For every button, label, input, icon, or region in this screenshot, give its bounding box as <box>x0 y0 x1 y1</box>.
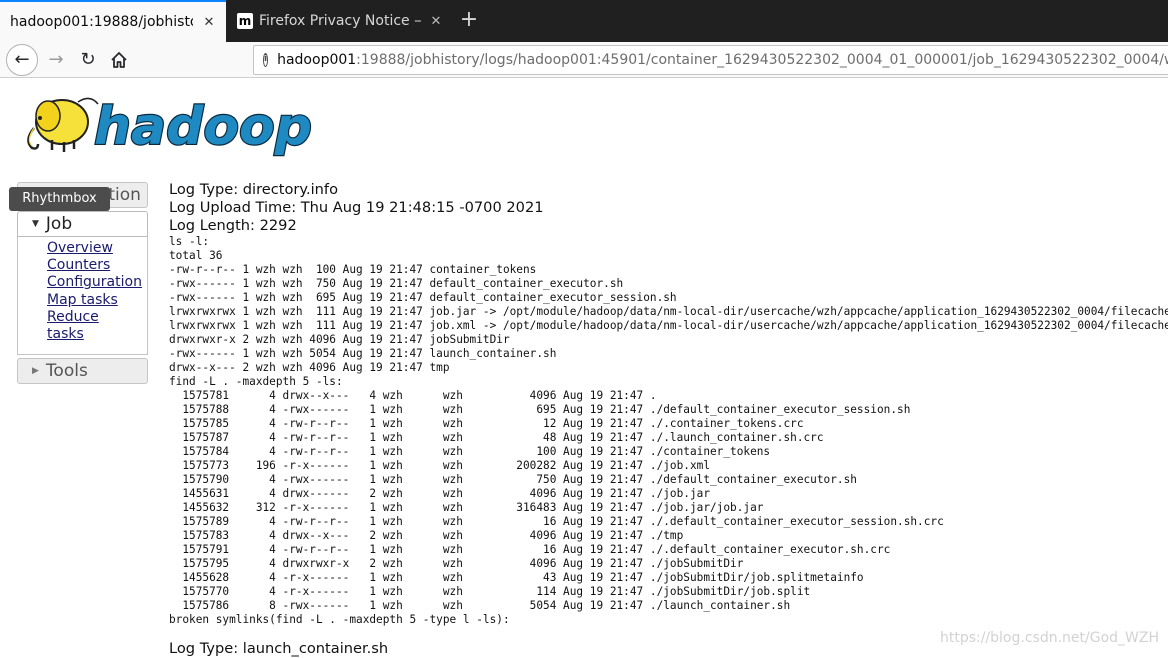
link-configuration[interactable]: Configuration <box>47 274 147 291</box>
rhythmbox-tooltip: Rhythmbox <box>9 187 110 211</box>
log-upload-time: Log Upload Time: Thu Aug 19 21:48:15 -07… <box>169 199 544 216</box>
log-contents: ls -l: total 36 -rw-r--r-- 1 wzh wzh 100… <box>169 235 1168 626</box>
close-icon[interactable]: ✕ <box>200 15 218 30</box>
reload-icon[interactable]: ↻ <box>73 45 103 75</box>
tab-strip: hadoop001:19888/jobhistory/logs/hadoop00… <box>0 0 1168 42</box>
svg-text:hadoop: hadoop <box>94 97 312 157</box>
log-type: Log Type: directory.info <box>169 181 338 198</box>
page-content: hadoop ▶ Application ▼ Job Overview Coun… <box>0 79 1168 658</box>
tab-title: hadoop001:19888/jobhistory/logs/hadoop00… <box>10 14 193 30</box>
navigation-sidebar: ▶ Application ▼ Job Overview Counters Co… <box>17 182 148 384</box>
link-overview[interactable]: Overview <box>47 240 147 257</box>
next-log-type: Log Type: launch_container.sh <box>169 640 389 657</box>
link-counters[interactable]: Counters <box>47 257 147 274</box>
link-map-tasks[interactable]: Map tasks <box>47 292 147 309</box>
accordion-job-label: Job <box>45 214 73 234</box>
accordion-tools[interactable]: ▶ Tools <box>17 358 148 384</box>
navigation-toolbar: ← → ↻ i hadoop001:19888/jobhistory/logs/… <box>0 42 1168 78</box>
watermark: https://blog.csdn.net/God_WZH <box>939 630 1159 646</box>
triangle-down-icon: ▼ <box>32 219 39 229</box>
close-icon[interactable]: ✕ <box>427 14 445 29</box>
accordion-job[interactable]: ▼ Job <box>17 211 148 237</box>
tab-jobhistory-log[interactable]: hadoop001:19888/jobhistory/logs/hadoop00… <box>0 0 226 42</box>
hadoop-logo: hadoop <box>18 88 318 160</box>
back-arrow-icon[interactable]: ← <box>6 44 38 76</box>
tab-title: Firefox Privacy Notice — Mozilla <box>259 13 421 29</box>
tab-firefox-privacy-notice[interactable]: m Firefox Privacy Notice — Mozilla ✕ <box>229 0 451 42</box>
forward-arrow-icon[interactable]: → <box>41 45 71 75</box>
new-tab-plus-icon[interactable]: + <box>455 6 483 34</box>
log-section: Log Type: directory.info Log Upload Time… <box>169 181 1168 627</box>
site-info-icon[interactable]: i <box>263 53 269 67</box>
job-menu: Overview Counters Configuration Map task… <box>17 237 148 355</box>
accordion-tools-label: Tools <box>45 361 88 381</box>
link-reduce-tasks[interactable]: Reduce tasks <box>47 309 103 343</box>
home-icon[interactable] <box>104 45 134 75</box>
address-bar[interactable]: i hadoop001:19888/jobhistory/logs/hadoop… <box>253 45 1168 75</box>
mozilla-favicon-icon: m <box>237 13 253 29</box>
log-length: Log Length: 2292 <box>169 217 297 234</box>
triangle-right-icon: ▶ <box>32 366 39 376</box>
url-text[interactable]: hadoop001:19888/jobhistory/logs/hadoop00… <box>277 52 1168 68</box>
